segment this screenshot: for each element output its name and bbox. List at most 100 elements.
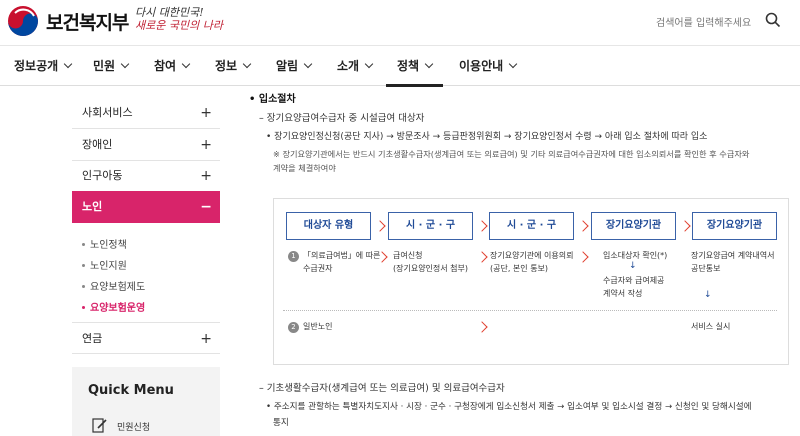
- slogan-line-1: 다시 대한민국!: [135, 6, 204, 19]
- bullet-2-text: 주소지를 관할하는 특별자치도지사 · 시장 · 군수 · 구청장에게 입소신청…: [273, 402, 752, 412]
- row1-col1-line2: 수급권자: [303, 264, 333, 273]
- row2-col1: 일반노인: [303, 322, 333, 331]
- sidebar-subitem-elderly-policy[interactable]: 노인정책: [82, 236, 127, 251]
- chevron-down-icon: [242, 59, 252, 69]
- sidebar-subitem-elderly-support[interactable]: 노인지원: [82, 257, 127, 272]
- row1-col1-line1: 「의료급여법」에 따른: [303, 251, 381, 260]
- slogan: 다시 대한민국! 새로운 국민의 나라: [135, 6, 223, 32]
- nav-item-civil[interactable]: 민원: [93, 46, 130, 86]
- nav-item-participation[interactable]: 참여: [154, 46, 191, 86]
- sidebar-item-label: 연금: [82, 332, 103, 345]
- plus-icon: +: [200, 331, 212, 347]
- chevron-down-icon: [63, 59, 73, 69]
- row1-col2-line2: (장기요양인정서 첨부): [393, 264, 469, 273]
- subitem-label: 요양보험운영: [90, 303, 146, 314]
- row1-col2-line1: 급여신청: [393, 251, 423, 260]
- plus-icon: +: [200, 168, 212, 184]
- section-title: • 입소절차: [249, 94, 296, 105]
- row1-col5-line1: 장기요양급여 계약내역서: [691, 251, 775, 260]
- bullet-1-text: 장기요양인정신청(공단 지사) → 방문조사 → 등급판정위원회 → 장기요양인…: [274, 132, 708, 142]
- bullet-dot: [82, 264, 85, 267]
- chevron-down-icon: [364, 59, 374, 69]
- quick-menu-civil-request[interactable]: 민원신청: [117, 420, 150, 433]
- plus-icon: +: [200, 137, 212, 153]
- nav-label: 이용안내: [459, 59, 504, 73]
- arrow-down-icon: ↓: [704, 290, 712, 300]
- arrow-down-icon: ↓: [629, 261, 637, 271]
- sidebar-item-population-child[interactable]: 인구아동 +: [72, 160, 220, 192]
- pencil-document-icon: [92, 418, 107, 433]
- bullet-dot: [82, 285, 85, 288]
- note-2: 계약을 체결하여야: [273, 163, 336, 173]
- search-icon[interactable]: [764, 11, 782, 29]
- nav-item-guide[interactable]: 이용안내: [459, 46, 518, 86]
- flow-step-local-gov-1: 시 · 군 · 구: [388, 212, 473, 240]
- taegeuk-icon: [8, 6, 38, 36]
- quick-menu-title: Quick Menu: [88, 383, 174, 398]
- chevron-down-icon: [424, 59, 434, 69]
- flow-divider: [283, 310, 777, 311]
- nav-label: 알림: [276, 59, 299, 73]
- row1-col4-line3: 계약서 작성: [603, 289, 643, 298]
- slogan-line-2: 새로운 국민의 나라: [135, 19, 223, 32]
- subheading-2: – 기초생활수급자(생계급여 또는 의료급여) 및 의료급여수급자: [259, 383, 505, 394]
- chevron-down-icon: [508, 59, 518, 69]
- nav-label: 민원: [93, 59, 116, 73]
- sidebar-item-label: 사회서비스: [82, 106, 133, 119]
- bullet-dot: [82, 306, 85, 309]
- row1-col3-line2: (공단, 본인 통보): [490, 264, 549, 273]
- logo-text: 보건복지부: [46, 11, 129, 34]
- subitem-label: 노인정책: [90, 240, 127, 251]
- nav-item-about[interactable]: 소개: [337, 46, 374, 86]
- nav-label: 참여: [154, 59, 177, 73]
- sidebar-item-social-service[interactable]: 사회서비스 +: [72, 97, 220, 129]
- chevron-down-icon: [181, 59, 191, 69]
- note-1: ※ 장기요양기관에서는 반드시 기초생활수급자(생계급여 또는 의료급여) 및 …: [273, 149, 750, 159]
- sidebar-subitem-care-insurance-operation[interactable]: 요양보험운영: [82, 299, 145, 314]
- section-title-text: 입소절차: [258, 94, 296, 105]
- subitem-label: 노인지원: [90, 261, 127, 272]
- nav-item-info-disclosure[interactable]: 정보공개: [14, 46, 73, 86]
- row1-col4-line2: 수급자와 급여제공: [603, 276, 665, 285]
- sidebar-subitem-care-insurance-system[interactable]: 요양보험제도: [82, 278, 145, 293]
- search-input[interactable]: 검색어를 입력해주세요: [656, 14, 751, 29]
- site-header: 보건복지부 다시 대한민국! 새로운 국민의 나라 검색어를 입력해주세요: [0, 0, 800, 46]
- row2-col5: 서비스 실시: [691, 322, 731, 331]
- sidebar-item-label: 장애인: [82, 138, 113, 151]
- flow-step-local-gov-2: 시 · 군 · 구: [489, 212, 574, 240]
- subheading-2-text: 기초생활수급자(생계급여 또는 의료급여) 및 의료급여수급자: [266, 383, 505, 394]
- chevron-down-icon: [120, 59, 130, 69]
- ministry-logo[interactable]: 보건복지부: [6, 4, 129, 38]
- nav-item-notice[interactable]: 알림: [276, 46, 313, 86]
- bullet-dot: [82, 243, 85, 246]
- subheading-1-text: 장기요양급여수급자 중 시설급여 대상자: [266, 113, 425, 124]
- nav-label: 정보공개: [14, 59, 59, 73]
- quick-menu: Quick Menu 민원신청: [72, 367, 220, 436]
- main-nav: 정보공개 민원 참여 정보 알림 소개 정책 이용안내: [0, 46, 800, 87]
- nav-label: 소개: [337, 59, 360, 73]
- row1-col3-line1: 장기요양기관에 이용의뢰: [490, 251, 574, 260]
- search-box[interactable]: 검색어를 입력해주세요: [640, 9, 792, 33]
- subheading-1: – 장기요양급여수급자 중 시설급여 대상자: [259, 113, 425, 124]
- row-number-2: 2: [288, 322, 299, 333]
- bullet-2-cont: 통지: [273, 418, 289, 428]
- row1-col5-line2: 공단통보: [691, 264, 721, 273]
- plus-icon: +: [200, 105, 212, 121]
- row-number-1: 1: [288, 251, 299, 262]
- sidebar-item-elderly[interactable]: 노인 −: [72, 191, 220, 223]
- flow-step-care-facility-2: 장기요양기관: [692, 212, 777, 240]
- flow-step-care-facility-1: 장기요양기관: [591, 212, 676, 240]
- bullet-1: • 장기요양인정신청(공단 지사) → 방문조사 → 등급판정위원회 → 장기요…: [266, 132, 708, 142]
- minus-icon: −: [200, 199, 212, 215]
- sidebar-item-disabled[interactable]: 장애인 +: [72, 129, 220, 161]
- nav-item-policy[interactable]: 정책: [386, 46, 444, 87]
- nav-label: 정보: [215, 59, 238, 73]
- sidebar-item-pension[interactable]: 연금 +: [72, 322, 220, 354]
- subitem-label: 요양보험제도: [90, 282, 146, 293]
- nav-label: 정책: [397, 59, 420, 73]
- chevron-down-icon: [303, 59, 313, 69]
- flow-step-target-type: 대상자 유형: [286, 212, 371, 240]
- nav-item-information[interactable]: 정보: [215, 46, 252, 86]
- bullet-2: • 주소지를 관할하는 특별자치도지사 · 시장 · 군수 · 구청장에게 입소…: [266, 402, 752, 412]
- sidebar-item-label: 인구아동: [82, 169, 123, 182]
